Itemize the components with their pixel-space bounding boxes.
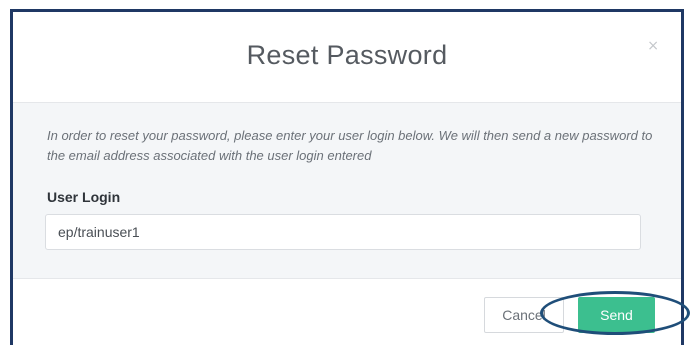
send-button[interactable]: Send <box>578 297 655 333</box>
dialog-header: Reset Password × <box>13 12 681 103</box>
instructions-text: In order to reset your password, please … <box>47 128 653 163</box>
dialog-body: In order to reset your password, please … <box>13 103 681 279</box>
cancel-button[interactable]: Cancel <box>484 297 564 333</box>
screenshot-canvas: Reset Password × In order to reset your … <box>0 0 695 345</box>
user-login-input[interactable] <box>45 214 641 250</box>
reset-password-dialog: Reset Password × In order to reset your … <box>10 9 684 345</box>
dialog-title: Reset Password <box>246 40 448 70</box>
close-icon[interactable]: × <box>647 38 659 54</box>
user-login-label: User Login <box>47 189 121 205</box>
dialog-footer: Cancel Send <box>13 279 681 345</box>
